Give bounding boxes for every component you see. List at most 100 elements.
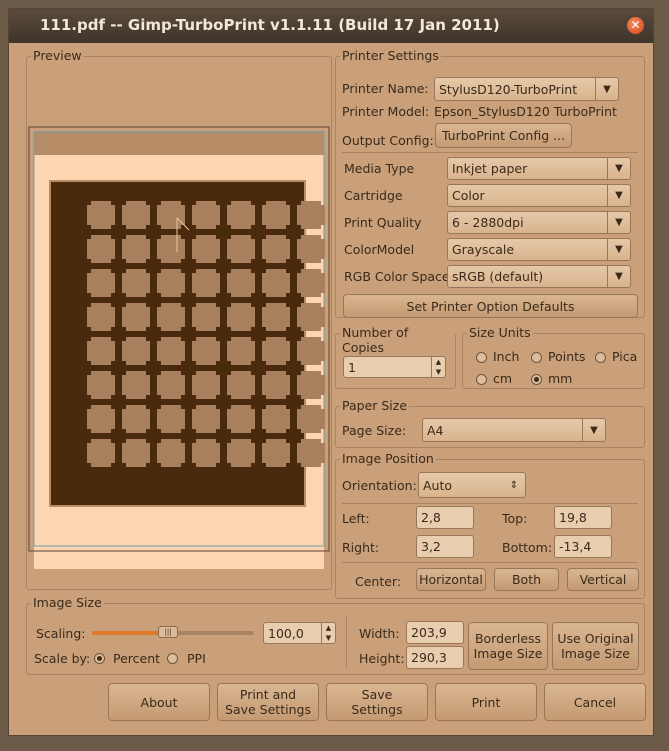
unit-cm-label[interactable]: cm [493, 371, 512, 386]
unit-points-radio[interactable] [531, 352, 542, 363]
scaling-label: Scaling: [36, 626, 86, 641]
updown-icon: ⇕ [509, 479, 519, 491]
scaling-slider-fill [92, 631, 169, 635]
save-settings-button[interactable]: Save Settings [326, 683, 428, 721]
preview-canvas[interactable] [27, 57, 333, 591]
option-combo[interactable]: 6 - 2880dpi ▼ [447, 211, 631, 234]
width-input[interactable]: 203,9 [406, 621, 464, 644]
top-input[interactable]: 19,8 [554, 506, 612, 529]
left-label: Left: [342, 511, 370, 526]
preview-pixel [161, 269, 181, 297]
option-value: Color [452, 188, 485, 203]
unit-pica-label[interactable]: Pica [612, 349, 637, 364]
center-both-button[interactable]: Both [494, 568, 559, 591]
preview-pixel [266, 303, 286, 331]
paper-size-label: Paper Size [340, 398, 410, 413]
preview-pixel [196, 439, 216, 467]
preview-pixel [231, 303, 251, 331]
option-value: 6 - 2880dpi [452, 215, 524, 230]
scaling-spinbox[interactable]: 100,0 ▲ ▼ [263, 622, 336, 644]
preview-pixel [161, 405, 181, 433]
height-input[interactable]: 290,3 [406, 646, 464, 669]
printer-name-combo[interactable]: StylusD120-TurboPrint ▼ [434, 77, 619, 101]
preview-pixel [91, 371, 111, 399]
page-size-value: A4 [427, 422, 444, 438]
printer-name-value: StylusD120-TurboPrint [439, 81, 578, 97]
scaling-slider[interactable]: ||| [92, 626, 254, 638]
orientation-combo[interactable]: Auto ⇕ [418, 472, 526, 498]
turboprint-config-button[interactable]: TurboPrint Config ... [435, 123, 572, 148]
unit-cm-radio[interactable] [476, 374, 487, 385]
spin-arrows-icon[interactable]: ▲ ▼ [321, 623, 335, 643]
preview-pixel [231, 405, 251, 433]
left-value: 2,8 [421, 510, 441, 525]
option-value: Inkjet paper [452, 161, 528, 176]
center-vertical-button[interactable]: Vertical [567, 568, 639, 591]
right-label: Right: [342, 540, 380, 555]
unit-pica-radio[interactable] [595, 352, 606, 363]
preview-pixel [161, 439, 181, 467]
copies-spinbox[interactable]: 1 ▲ ▼ [343, 356, 446, 378]
top-value: 19,8 [559, 510, 587, 525]
preview-pixel [266, 439, 286, 467]
preview-pixel [196, 201, 216, 229]
height-value: 290,3 [411, 650, 447, 665]
scaling-slider-handle[interactable]: ||| [158, 626, 179, 638]
print-button[interactable]: Print [435, 683, 537, 721]
scaling-value: 100,0 [268, 625, 304, 641]
option-combo[interactable]: Grayscale ▼ [447, 238, 631, 261]
print-dialog: 111.pdf -- Gimp-TurboPrint v1.1.11 (Buil… [8, 8, 654, 736]
preview-pixel [126, 269, 146, 297]
option-label: Media Type [344, 161, 415, 176]
printer-settings-label: Printer Settings [340, 48, 441, 63]
option-combo[interactable]: sRGB (default) ▼ [447, 265, 631, 288]
preview-pixel [231, 439, 251, 467]
set-printer-defaults-button[interactable]: Set Printer Option Defaults [343, 294, 638, 318]
about-button[interactable]: About [108, 683, 210, 721]
option-combo[interactable]: Color ▼ [447, 184, 631, 207]
right-input[interactable]: 3,2 [416, 535, 474, 558]
unit-mm-label[interactable]: mm [548, 371, 572, 386]
option-label: Cartridge [344, 188, 403, 203]
preview-pixel [196, 235, 216, 263]
unit-points-label[interactable]: Points [548, 349, 586, 364]
chevron-down-icon: ▼ [607, 158, 630, 179]
unit-inch-radio[interactable] [476, 352, 487, 363]
scale-percent-label[interactable]: Percent [113, 651, 160, 666]
preview-pixel [161, 235, 181, 263]
preview-pixel [301, 405, 321, 433]
preview-pixel [126, 405, 146, 433]
printer-model-label: Printer Model: [342, 104, 430, 119]
page-size-label: Page Size: [342, 423, 407, 438]
left-input[interactable]: 2,8 [416, 506, 474, 529]
scale-percent-radio[interactable] [94, 653, 105, 664]
preview-pixel [231, 269, 251, 297]
top-label: Top: [502, 511, 528, 526]
print-and-save-button[interactable]: Print and Save Settings [217, 683, 319, 721]
spin-arrows-icon[interactable]: ▲ ▼ [431, 357, 445, 377]
option-combo[interactable]: Inkjet paper ▼ [447, 157, 631, 180]
preview-pixel [231, 371, 251, 399]
use-original-image-size-button[interactable]: Use Original Image Size [552, 622, 639, 670]
preview-pixel [266, 235, 286, 263]
scale-ppi-label[interactable]: PPI [187, 651, 206, 666]
option-value: Grayscale [452, 242, 515, 257]
preview-pixel [301, 337, 321, 365]
preview-pixel [266, 337, 286, 365]
printer-model-value: Epson_StylusD120 TurboPrint [434, 104, 617, 119]
center-horizontal-button[interactable]: Horizontal [416, 568, 486, 591]
page-size-combo[interactable]: A4 ▼ [422, 418, 606, 442]
borderless-image-size-button[interactable]: Borderless Image Size [468, 622, 548, 670]
unit-inch-label[interactable]: Inch [493, 349, 519, 364]
window-title: 111.pdf -- Gimp-TurboPrint v1.1.11 (Buil… [40, 16, 500, 34]
width-label: Width: [359, 626, 400, 641]
orientation-label: Orientation: [342, 478, 417, 493]
option-label: ColorModel [344, 242, 415, 257]
bottom-input[interactable]: -13,4 [554, 535, 612, 558]
scale-ppi-radio[interactable] [167, 653, 178, 664]
preview-pixel [266, 269, 286, 297]
cancel-button[interactable]: Cancel [544, 683, 646, 721]
close-icon[interactable]: ✕ [627, 17, 644, 34]
unit-mm-radio[interactable] [531, 374, 542, 385]
option-value: sRGB (default) [452, 269, 544, 284]
